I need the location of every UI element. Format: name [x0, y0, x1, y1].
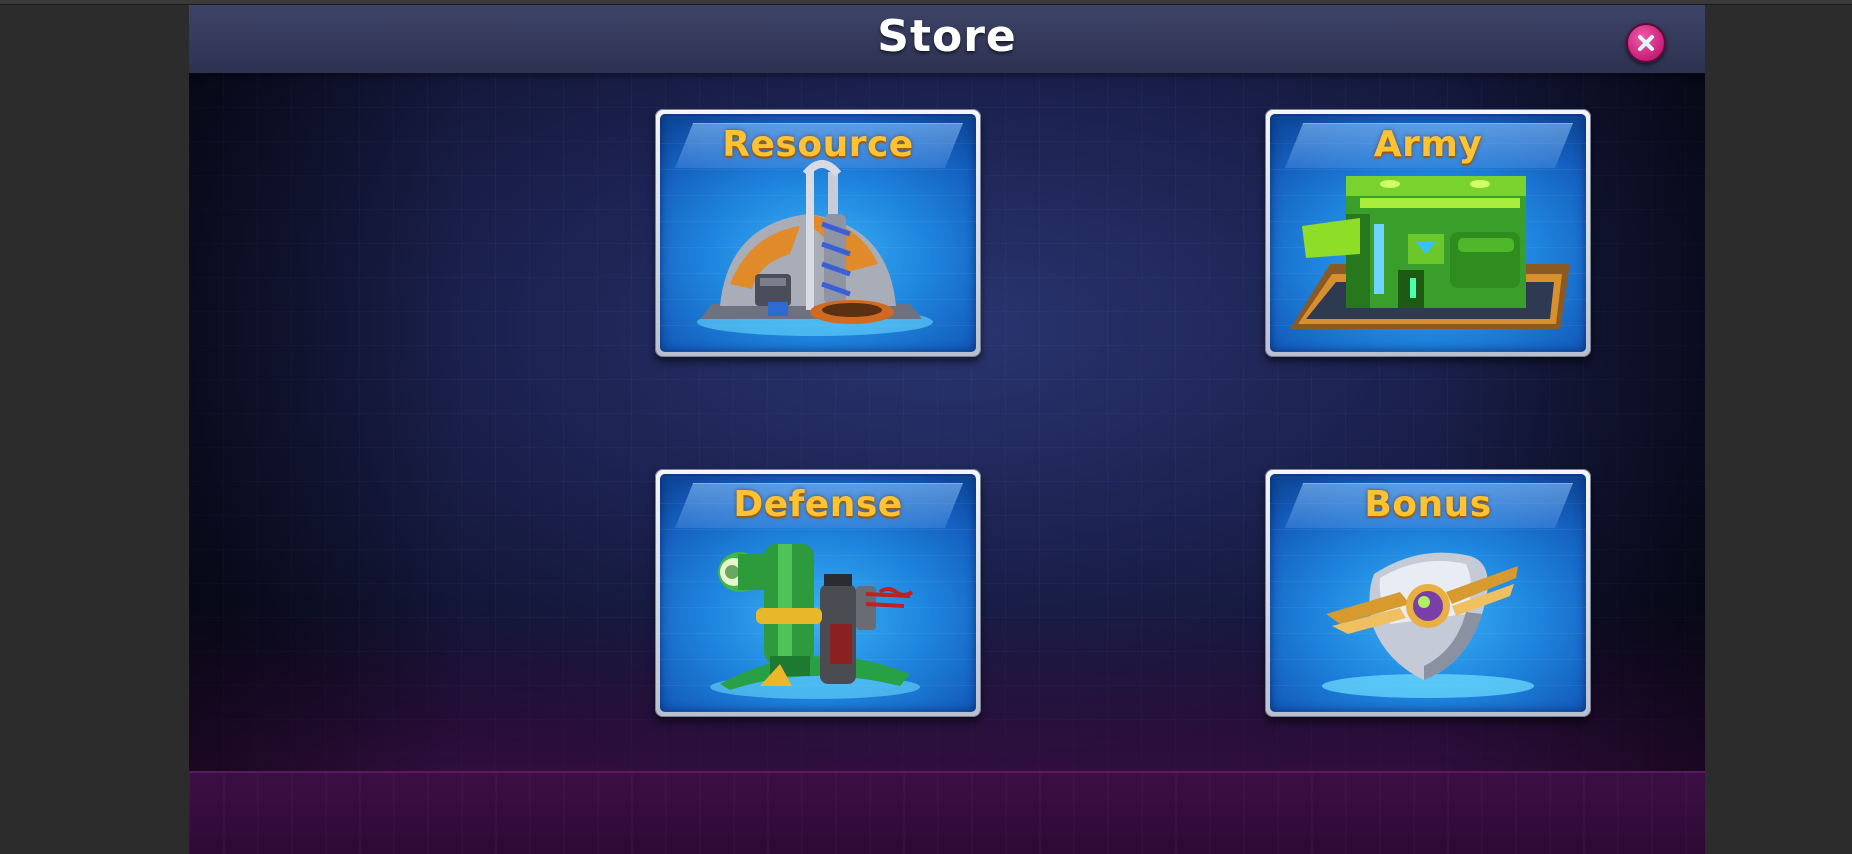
card-label-resource: Resource — [722, 124, 914, 165]
card-label-bonus: Bonus — [1364, 484, 1492, 525]
store-card-resource[interactable]: Resource — [655, 109, 981, 357]
close-button[interactable] — [1626, 23, 1666, 63]
store-card-defense[interactable]: Defense — [655, 469, 981, 717]
card-background: Defense — [660, 474, 976, 712]
floor-strip — [189, 771, 1705, 854]
card-background: Army — [1270, 114, 1586, 352]
close-icon — [1638, 35, 1654, 51]
store-panel: Store Resource Army Defense Bonus — [189, 5, 1705, 854]
page-title: Store — [877, 11, 1017, 62]
card-background: Resource — [660, 114, 976, 352]
card-background: Bonus — [1270, 474, 1586, 712]
store-card-bonus[interactable]: Bonus — [1265, 469, 1591, 717]
card-label-defense: Defense — [733, 484, 903, 525]
store-card-army[interactable]: Army — [1265, 109, 1591, 357]
store-header: Store — [189, 5, 1705, 73]
card-label-army: Army — [1373, 124, 1483, 165]
